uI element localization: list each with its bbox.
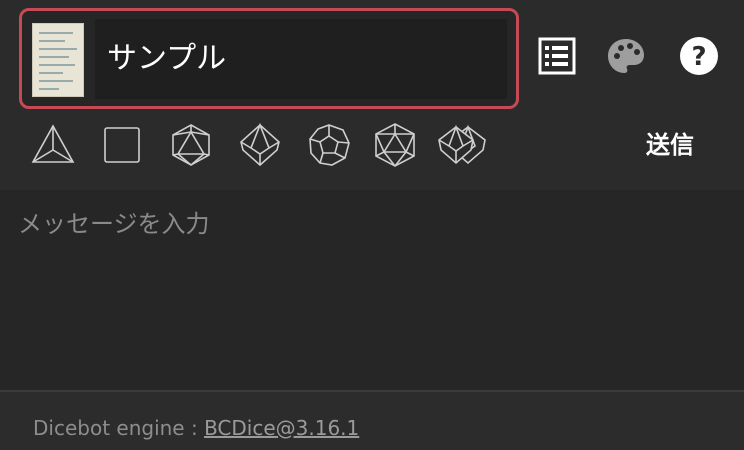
d4-icon[interactable]: [30, 122, 76, 168]
d100-icon[interactable]: [437, 122, 489, 168]
d12-icon[interactable]: [306, 122, 352, 168]
character-thumbnail[interactable]: [32, 23, 84, 97]
dicebot-engine-label: Dicebot engine :: [33, 416, 198, 440]
d6-icon[interactable]: [99, 122, 145, 168]
chat-header: サンプル ? 送信: [0, 0, 744, 190]
palette-icon[interactable]: [606, 36, 646, 76]
list-icon[interactable]: [537, 36, 577, 76]
d10-icon[interactable]: [237, 122, 283, 168]
message-area: [0, 190, 744, 390]
bcdice-version-link[interactable]: BCDice@3.16.1: [204, 416, 359, 440]
character-name[interactable]: サンプル: [95, 19, 507, 99]
help-icon[interactable]: ?: [679, 36, 719, 76]
message-input[interactable]: [16, 202, 732, 382]
dicebot-engine-info: Dicebot engine : BCDice@3.16.1: [33, 416, 359, 440]
d8-icon[interactable]: [168, 122, 214, 168]
svg-text:?: ?: [691, 42, 706, 72]
d20-icon[interactable]: [372, 122, 418, 168]
send-button[interactable]: 送信: [630, 122, 710, 168]
footer-divider: [0, 390, 744, 392]
character-selector[interactable]: サンプル: [19, 8, 519, 109]
